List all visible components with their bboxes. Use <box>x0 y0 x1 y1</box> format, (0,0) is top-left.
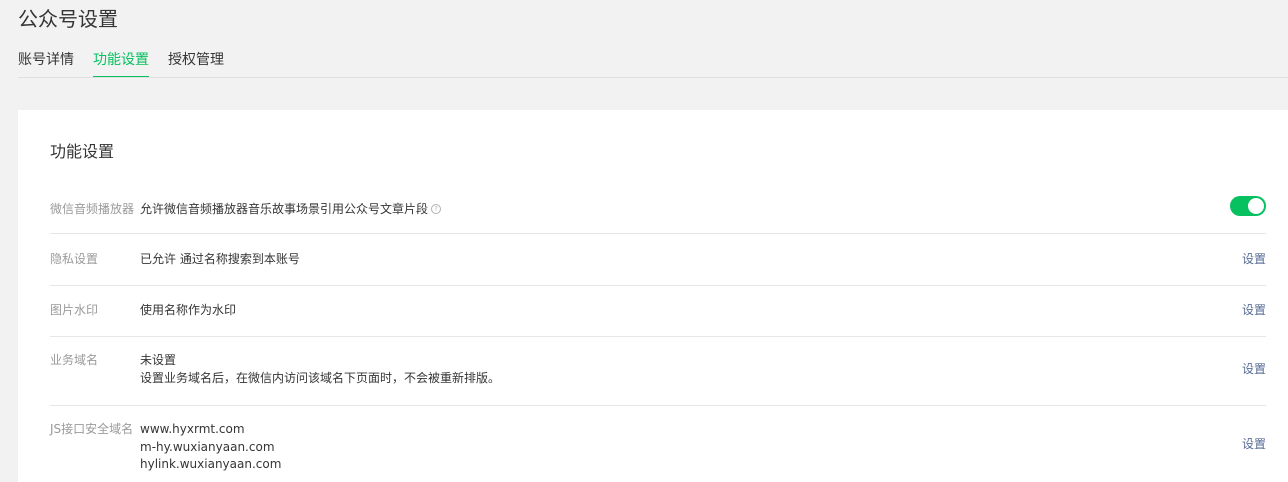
help-icon[interactable]: ? <box>431 203 442 214</box>
row-label-audio-player: 微信音频播放器 <box>50 202 135 216</box>
row-label-watermark: 图片水印 <box>50 303 99 317</box>
js-domain-item: hylink.wuxianyaan.com <box>140 457 282 471</box>
watermark-settings-link[interactable]: 设置 <box>1242 302 1266 319</box>
privacy-settings-link[interactable]: 设置 <box>1242 251 1266 268</box>
settings-card: 功能设置 微信音频播放器 允许微信音频播放器音乐故事场景引用公众号文章片段? 隐… <box>18 110 1288 482</box>
row-label-js-domain: JS接口安全域名 <box>50 422 134 436</box>
page-header: 公众号设置 账号详情 功能设置 授权管理 <box>0 0 1288 78</box>
row-js-domain: JS接口安全域名 www.hyxrmt.com m-hy.wuxianyaan.… <box>50 406 1266 482</box>
row-content-privacy: 已允许 通过名称搜索到本账号 <box>140 252 300 266</box>
business-domain-settings-link[interactable]: 设置 <box>1242 361 1266 378</box>
row-content-audio-player: 允许微信音频播放器音乐故事场景引用公众号文章片段? <box>140 201 442 219</box>
row-label-privacy: 隐私设置 <box>50 252 99 266</box>
tab-feature-settings[interactable]: 功能设置 <box>93 50 149 78</box>
tabs-divider <box>18 77 1288 78</box>
section-title: 功能设置 <box>50 142 115 161</box>
row-privacy: 隐私设置 已允许 通过名称搜索到本账号 设置 <box>50 234 1266 286</box>
row-content-business-domain: 未设置 设置业务域名后，在微信内访问该域名下页面时，不会被重新排版。 <box>140 352 500 387</box>
tab-account-details[interactable]: 账号详情 <box>18 50 74 78</box>
audio-player-toggle[interactable] <box>1230 196 1266 216</box>
tab-authorization-management[interactable]: 授权管理 <box>168 50 224 78</box>
business-domain-hint: 设置业务域名后，在微信内访问该域名下页面时，不会被重新排版。 <box>140 370 501 385</box>
row-label-business-domain: 业务域名 <box>50 353 99 367</box>
tab-bar: 账号详情 功能设置 授权管理 <box>18 50 224 78</box>
row-content-watermark: 使用名称作为水印 <box>140 303 237 317</box>
toggle-knob <box>1248 198 1264 214</box>
page-title: 公众号设置 <box>18 7 118 31</box>
row-business-domain: 业务域名 未设置 设置业务域名后，在微信内访问该域名下页面时，不会被重新排版。 … <box>50 337 1266 406</box>
audio-player-description: 允许微信音频播放器音乐故事场景引用公众号文章片段 <box>140 202 429 216</box>
js-domain-item: www.hyxrmt.com <box>140 422 245 436</box>
row-watermark: 图片水印 使用名称作为水印 设置 <box>50 286 1266 337</box>
row-content-js-domain: www.hyxrmt.com m-hy.wuxianyaan.com hylin… <box>140 421 281 474</box>
row-audio-player: 微信音频播放器 允许微信音频播放器音乐故事场景引用公众号文章片段? <box>50 186 1266 234</box>
js-domain-settings-link[interactable]: 设置 <box>1242 436 1266 453</box>
js-domain-item: m-hy.wuxianyaan.com <box>140 439 275 454</box>
business-domain-status: 未设置 <box>140 353 177 367</box>
